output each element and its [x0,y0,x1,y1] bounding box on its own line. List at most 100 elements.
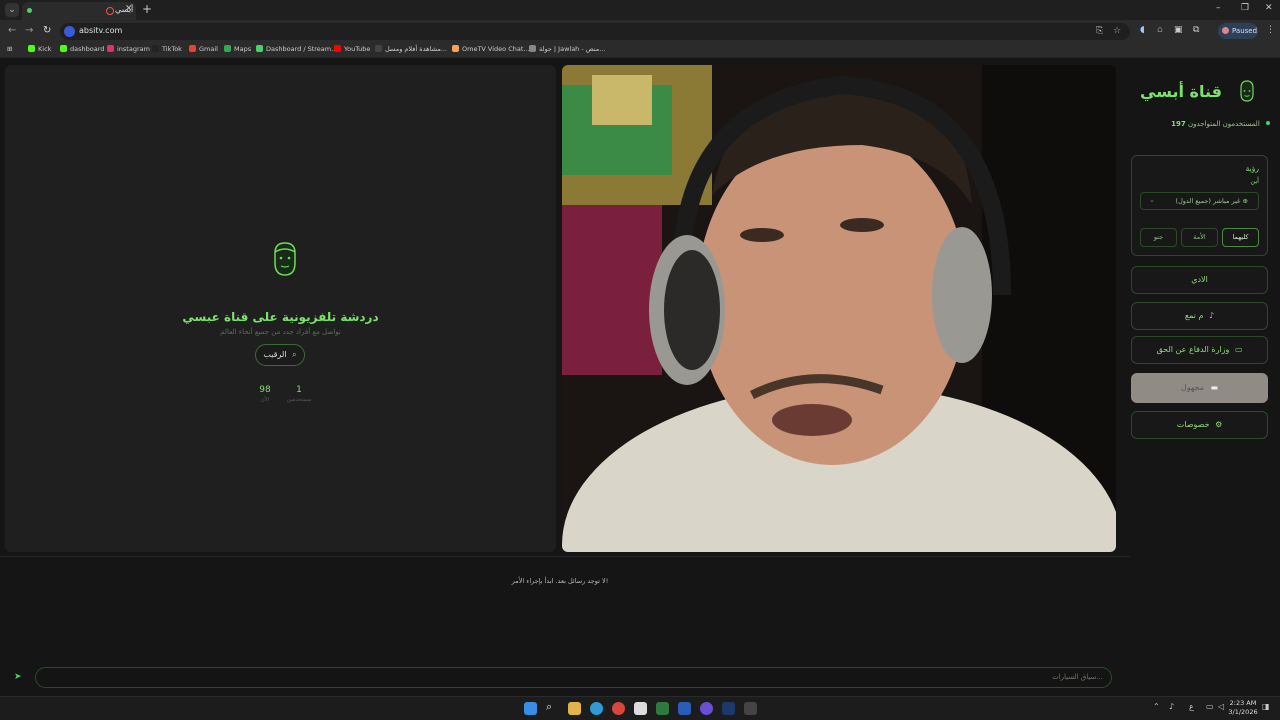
bookmark-favicon-icon [452,45,459,52]
file-explorer-icon[interactable] [568,702,581,715]
next-button[interactable]: الادي [1131,266,1268,294]
gender-option-both[interactable]: كليهما [1222,228,1259,247]
bookmark-item[interactable]: جولة | Jawlah - منص... [529,45,605,53]
search-icon[interactable]: ⌕ [546,700,559,713]
settings-button-label: خصوصات [1176,420,1210,429]
bookmark-item[interactable]: Dashboard / Stream... [256,45,337,53]
volume-icon[interactable]: ◁ [1218,702,1224,711]
discord-icon[interactable] [700,702,713,715]
profile-paused-button[interactable]: Paused [1218,23,1258,39]
stat-value: 1 [296,385,302,395]
network-icon[interactable]: ▭ [1206,702,1214,711]
bookmark-item[interactable]: OmeTV Video Chat... [452,45,530,53]
terminal-icon[interactable] [656,702,669,715]
partner-panel: دردشة تلفزيونية على قناة عبسي تواصل مع أ… [5,65,556,552]
browser-menu-icon[interactable]: ⋮ [1266,25,1275,35]
extensions-puzzle-icon[interactable]: ⧉ [1193,25,1199,35]
anonymous-button-label: مجهول [1180,383,1204,392]
next-button-label: الادي [1191,275,1208,284]
bookmark-favicon-icon [256,45,263,52]
address-bar[interactable]: absitv.com ⎘ ☆ [60,23,1130,40]
steam-icon[interactable] [722,702,735,715]
language-indicator[interactable]: ع [1189,702,1194,711]
bookmark-label: مشاهدة أفلام ومسل... [385,45,447,53]
extension-icon[interactable]: ◖ [1140,25,1145,35]
settings-button[interactable]: خصوصات ⚙ [1131,411,1268,439]
chat-empty-message: لا توجد رسائل بعد. ابدأ بإجراء الأمر! [511,577,609,585]
camera-button[interactable]: وزارة الدفاع عن الحق ▭ [1131,336,1268,364]
bookmark-label: YouTube [344,45,371,53]
maximize-button[interactable]: ❐ [1241,3,1249,13]
edge-icon[interactable] [590,702,603,715]
camera-button-label: وزارة الدفاع عن الحق [1156,345,1230,354]
tab-strip: ⌄ أبسي ✕ + – ❐ ✕ [0,0,1280,20]
gear-icon: ⚙ [1215,420,1223,429]
extension-icon[interactable]: ⌂ [1157,25,1163,35]
self-camera-video [562,65,1116,552]
store-icon[interactable] [634,702,647,715]
chevron-up-icon[interactable]: ⌃ [1153,702,1160,711]
avatar-logo-icon [274,242,296,276]
filter-subtitle: أين [1250,177,1259,185]
search-partner-button[interactable]: الرقيب ⌕ [255,344,305,366]
app-icon[interactable] [744,702,757,715]
reload-button[interactable]: ↻ [43,25,51,36]
bookmark-label: جولة | Jawlah - منص... [539,45,606,53]
bookmark-item[interactable]: Maps [224,45,251,53]
bookmark-star-icon[interactable]: ☆ [1113,26,1121,36]
bookmark-favicon-icon [529,45,536,52]
bookmark-item[interactable]: مشاهدة أفلام ومسل... [375,45,447,53]
back-button[interactable]: ← [8,25,16,36]
bookmark-favicon-icon [28,45,35,52]
bookmark-item[interactable]: Gmail [189,45,218,53]
chrome-icon[interactable] [612,702,625,715]
new-tab-button[interactable]: + [142,2,152,16]
bookmark-item[interactable]: YouTube [334,45,370,53]
windows-taskbar: ⌕ ⌃ ♪ ع ▭ ◁ 2:23 AM 3/1/2026 ◨ [0,696,1280,720]
stat-users: 1 مستخدمين [279,385,319,403]
outlook-icon[interactable] [678,702,691,715]
bookmark-label: Maps [234,45,252,53]
bookmark-item[interactable]: Kick [28,45,51,53]
country-select[interactable]: ⌄ غير مباشر (جميع الدول) ⊕ [1140,192,1259,210]
bookmark-item[interactable]: dashboard [60,45,104,53]
bookmark-favicon-icon [107,45,114,52]
tab-search-button[interactable]: ⌄ [5,3,19,17]
translate-icon[interactable]: ⎘ [1096,26,1103,36]
bookmark-label: Dashboard / Stream... [266,45,338,53]
chat-divider [0,556,1130,557]
search-button-label: الرقيب [263,350,287,359]
minimize-button[interactable]: – [1216,3,1221,13]
close-tab-icon[interactable]: ✕ [125,4,133,14]
system-clock[interactable]: 2:23 AM 3/1/2026 [1228,699,1258,717]
microphone-button[interactable]: م نمع ♪ [1131,302,1268,330]
bookmark-item[interactable]: instagram [107,45,150,53]
notification-icon[interactable]: ◨ [1262,702,1270,711]
send-icon[interactable]: ➤ [14,672,22,682]
bookmark-label: Kick [38,45,52,53]
stat-now: 98 الآن [245,385,285,403]
chat-input[interactable]: سياق السيارات... [35,667,1112,688]
gender-option-male[interactable]: جنو [1140,228,1177,247]
bookmark-item[interactable]: TikTok [152,45,182,53]
bookmark-favicon-icon [375,45,382,52]
extension-icon[interactable]: ▣ [1174,25,1183,35]
search-icon: ⌕ [292,350,297,359]
globe-icon: ⊕ [1242,197,1248,205]
bookmark-favicon-icon [189,45,196,52]
bookmark-label: TikTok [162,45,182,53]
online-users: المستخدمون المتواجدون 197 [1150,120,1270,128]
close-window-button[interactable]: ✕ [1265,3,1273,13]
browser-tab[interactable]: أبسي ✕ [22,2,136,20]
bookmark-favicon-icon [334,45,341,52]
stat-label: الآن [260,397,270,403]
site-info-icon[interactable] [64,26,75,37]
brand-name: قناة أبسي [1140,82,1222,101]
gender-option-female[interactable]: الأمة [1181,228,1218,247]
microphone-icon[interactable]: ♪ [1169,702,1174,711]
anonymous-button[interactable]: مجهول ▬ [1131,373,1268,403]
apps-grid-icon[interactable]: ⊞ [7,45,12,53]
filter-card: رؤية أين ⌄ غير مباشر (جميع الدول) ⊕ كليه… [1131,155,1268,256]
windows-start-icon[interactable] [524,702,537,715]
forward-button[interactable]: → [25,25,33,36]
